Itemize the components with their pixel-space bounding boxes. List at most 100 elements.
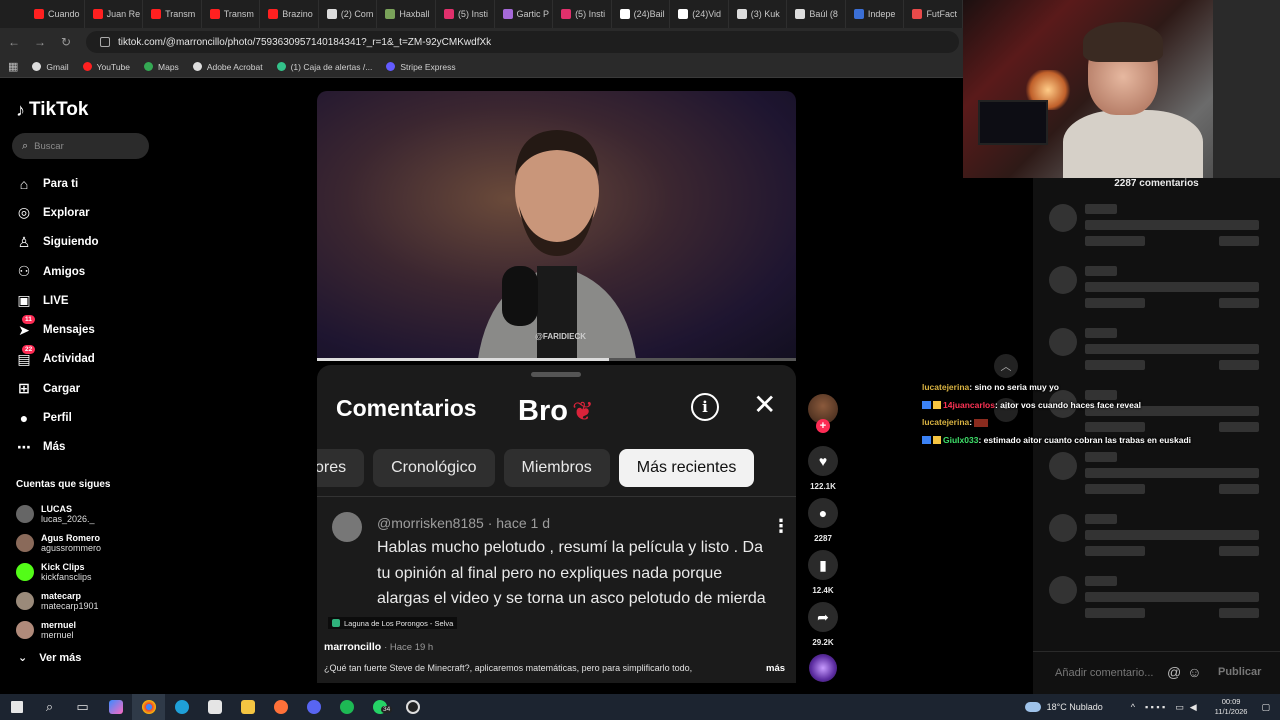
sidebar-item-explorar[interactable]: ◎ Explorar: [16, 198, 99, 227]
bookmark-item[interactable]: YouTube: [82, 62, 130, 72]
see-more-button[interactable]: ⌄ Ver más: [18, 651, 81, 665]
scroll-up-button[interactable]: ︿: [994, 354, 1018, 378]
video-player[interactable]: @FARIDIECK: [317, 91, 796, 361]
sidebar-item-cargar[interactable]: ⊞ Cargar: [16, 374, 99, 403]
browser-tab[interactable]: Brazino: [260, 0, 319, 28]
sidebar-item-actividad[interactable]: ▤ 22 Actividad: [16, 344, 99, 374]
back-icon[interactable]: ←: [2, 30, 26, 54]
sort-chip[interactable]: Miembros: [503, 449, 610, 487]
bookmark-item[interactable]: Maps: [144, 62, 179, 72]
browser-tab[interactable]: Transm: [143, 0, 202, 28]
music-disc-icon[interactable]: [809, 654, 837, 682]
browser-tab[interactable]: Juan Re: [85, 0, 144, 28]
following-account[interactable]: matecarp matecarp1901: [16, 586, 101, 615]
mention-icon[interactable]: @: [1167, 664, 1181, 680]
publish-button[interactable]: Publicar: [1218, 666, 1261, 678]
sort-chip[interactable]: Cronológico: [373, 449, 495, 487]
sidebar-item-amigos[interactable]: ⚇ Amigos: [16, 257, 99, 286]
tiktok-logo[interactable]: ♪ TikTok: [16, 99, 88, 121]
sidebar-item-perfil[interactable]: ● Perfil: [16, 403, 99, 432]
close-button[interactable]: ✕: [753, 391, 776, 419]
reload-icon[interactable]: ↻: [54, 30, 78, 54]
firefox-icon[interactable]: [264, 694, 297, 720]
save-button[interactable]: ▮: [808, 550, 838, 580]
browser-tab[interactable]: Baúl (8: [787, 0, 846, 28]
comment-more-icon[interactable]: ⋮: [772, 516, 790, 537]
comment-avatar[interactable]: [332, 512, 362, 542]
chrome-icon[interactable]: [132, 694, 165, 720]
location-tag[interactable]: Laguna de Los Porongos - Selva: [328, 617, 458, 629]
notifications-icon[interactable]: ▢: [1261, 702, 1270, 713]
apps-grid-icon[interactable]: ▦: [8, 60, 18, 73]
tray-apps-icon[interactable]: ▪ ▪ ▪ ▪: [1145, 702, 1165, 712]
sidebar-item-siguiendo[interactable]: ♙ Siguiendo: [16, 228, 99, 257]
task-view-icon[interactable]: ▭: [66, 694, 99, 720]
share-button[interactable]: ➦: [808, 602, 838, 632]
discord-icon[interactable]: [297, 694, 330, 720]
weather-text: 18°C Nublado: [1046, 702, 1103, 712]
bookmark-item[interactable]: (1) Caja de alertas /...: [276, 62, 372, 72]
network-icon[interactable]: ▭: [1175, 702, 1184, 713]
sidebar-item-para-ti[interactable]: ⌂ Para ti: [16, 169, 99, 198]
url-input[interactable]: tiktok.com/@marroncillo/photo/7593630957…: [86, 31, 959, 53]
video-progress-bar[interactable]: [317, 358, 796, 361]
browser-tab[interactable]: (24)Vid: [670, 0, 729, 28]
whatsapp-icon[interactable]: 34: [363, 694, 396, 720]
weather-widget[interactable]: 18°C Nublado: [1024, 702, 1103, 712]
tab-title: Haxball: [399, 9, 430, 19]
bookmark-item[interactable]: Adobe Acrobat: [192, 62, 263, 72]
emoji-icon[interactable]: ☺: [1187, 664, 1201, 680]
sidebar-item-mensajes[interactable]: ➤ 11 Mensajes: [16, 315, 99, 344]
comment-username[interactable]: @morrisken8185: [377, 515, 484, 531]
copilot-icon[interactable]: [99, 694, 132, 720]
bookmark-item[interactable]: Stripe Express: [386, 62, 456, 72]
browser-tab[interactable]: (5) Insti: [436, 0, 495, 28]
info-button[interactable]: i: [691, 393, 719, 421]
browser-tab[interactable]: FutFact: [904, 0, 963, 28]
browser-tab[interactable]: (3) Kuk: [729, 0, 788, 28]
forward-icon[interactable]: →: [28, 30, 52, 54]
post-author[interactable]: marroncillo: [324, 641, 381, 653]
chat-username[interactable]: lucatejerina: [922, 382, 969, 392]
obs-icon[interactable]: [396, 694, 429, 720]
spotify-icon[interactable]: [330, 694, 363, 720]
location-text: Laguna de Los Porongos - Selva: [344, 618, 454, 628]
following-account[interactable]: LUCAS lucas_2026._: [16, 499, 101, 528]
search-input[interactable]: ⌕ Buscar: [12, 133, 149, 159]
sort-chip[interactable]: ores: [317, 449, 365, 487]
sidebar-item-live[interactable]: ▣ LIVE: [16, 286, 99, 315]
add-comment-input[interactable]: Añadir comentario... @ ☺ Publicar: [1033, 651, 1280, 694]
sidebar-item-mas[interactable]: ⋯ Más: [16, 433, 99, 462]
drag-handle[interactable]: [531, 372, 581, 377]
volume-icon[interactable]: ◀: [1190, 702, 1197, 713]
bro-text: Bro: [518, 395, 568, 427]
caption-more-link[interactable]: más: [766, 663, 785, 674]
browser-tab[interactable]: Cuando: [26, 0, 85, 28]
chat-username[interactable]: 14juancarlos: [943, 400, 995, 410]
follow-plus-icon[interactable]: +: [816, 419, 830, 433]
following-account[interactable]: mernuel mernuel: [16, 615, 101, 644]
clock[interactable]: 00:09 11/1/2026: [1215, 697, 1248, 717]
following-account[interactable]: Kick Clips kickfansclips: [16, 557, 101, 586]
file-explorer-icon[interactable]: [231, 694, 264, 720]
following-account[interactable]: Agus Romero agussrommero: [16, 528, 101, 557]
comment-button[interactable]: ●: [808, 498, 838, 528]
sort-chip[interactable]: Más recientes: [618, 449, 755, 487]
store-icon[interactable]: [198, 694, 231, 720]
browser-tab[interactable]: Transm: [202, 0, 261, 28]
browser-tab[interactable]: Gartic P: [495, 0, 554, 28]
site-info-icon[interactable]: [100, 37, 110, 47]
browser-tab[interactable]: Indepe: [846, 0, 905, 28]
browser-tab[interactable]: (5) Insti: [553, 0, 612, 28]
windows-start-icon[interactable]: [0, 694, 33, 720]
browser-tab[interactable]: Haxball: [377, 0, 436, 28]
taskbar-search-icon[interactable]: ⌕: [33, 694, 66, 720]
chat-username[interactable]: lucatejerina: [922, 417, 969, 427]
browser-tab[interactable]: (24)Bail: [612, 0, 671, 28]
browser-tab[interactable]: (2) Com: [319, 0, 378, 28]
like-button[interactable]: ♥: [808, 446, 838, 476]
tray-chevron-icon[interactable]: ^: [1131, 702, 1135, 712]
bookmark-item[interactable]: Gmail: [32, 62, 69, 72]
chat-username[interactable]: Giulx033: [943, 435, 978, 445]
edge-icon[interactable]: [165, 694, 198, 720]
